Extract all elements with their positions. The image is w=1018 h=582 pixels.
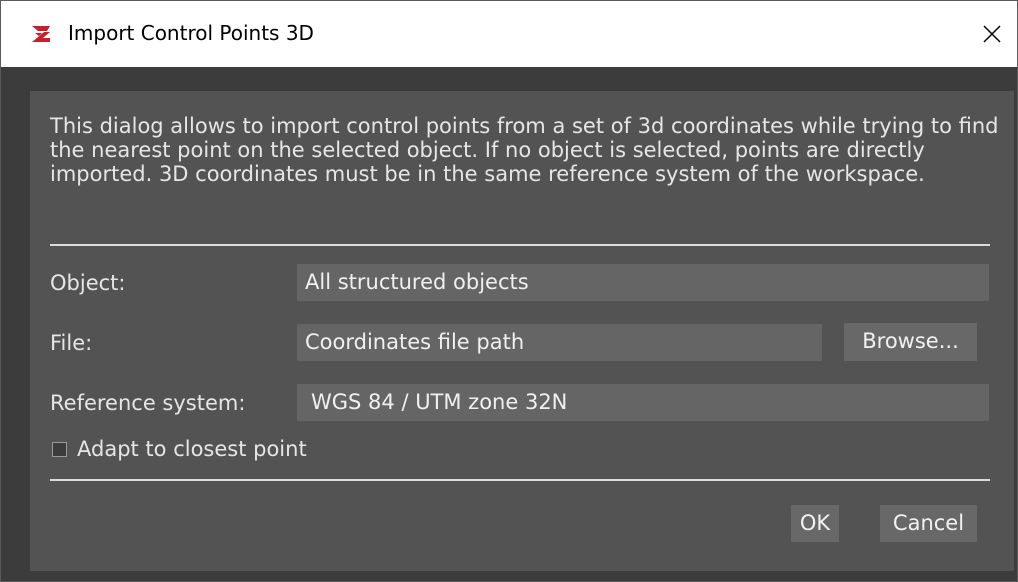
title-bar[interactable]: Import Control Points 3D	[1, 1, 1017, 67]
adapt-checkbox[interactable]	[52, 441, 67, 457]
dialog-description: This dialog allows to import control poi…	[50, 114, 999, 186]
file-path-input[interactable]: Coordinates file path	[297, 324, 822, 361]
file-label: File:	[50, 331, 93, 355]
window-title: Import Control Points 3D	[68, 21, 314, 45]
browse-button[interactable]: Browse...	[844, 323, 977, 361]
close-icon	[983, 25, 1001, 43]
dialog-panel: This dialog allows to import control poi…	[30, 91, 1014, 571]
ok-button[interactable]: OK	[791, 505, 839, 542]
close-button[interactable]	[967, 1, 1017, 67]
cancel-button[interactable]: Cancel	[880, 505, 977, 542]
app-logo-icon	[32, 26, 50, 42]
object-select[interactable]: All structured objects	[297, 264, 989, 301]
reference-system-label: Reference system:	[50, 391, 246, 415]
object-label: Object:	[50, 271, 126, 295]
reference-system-select[interactable]: WGS 84 / UTM zone 32N	[297, 384, 989, 421]
import-control-points-dialog: Import Control Points 3D This dialog all…	[0, 0, 1018, 582]
adapt-checkbox-row[interactable]: Adapt to closest point	[52, 436, 307, 462]
adapt-checkbox-label: Adapt to closest point	[77, 437, 307, 461]
top-divider	[50, 244, 990, 246]
bottom-divider	[50, 479, 990, 481]
